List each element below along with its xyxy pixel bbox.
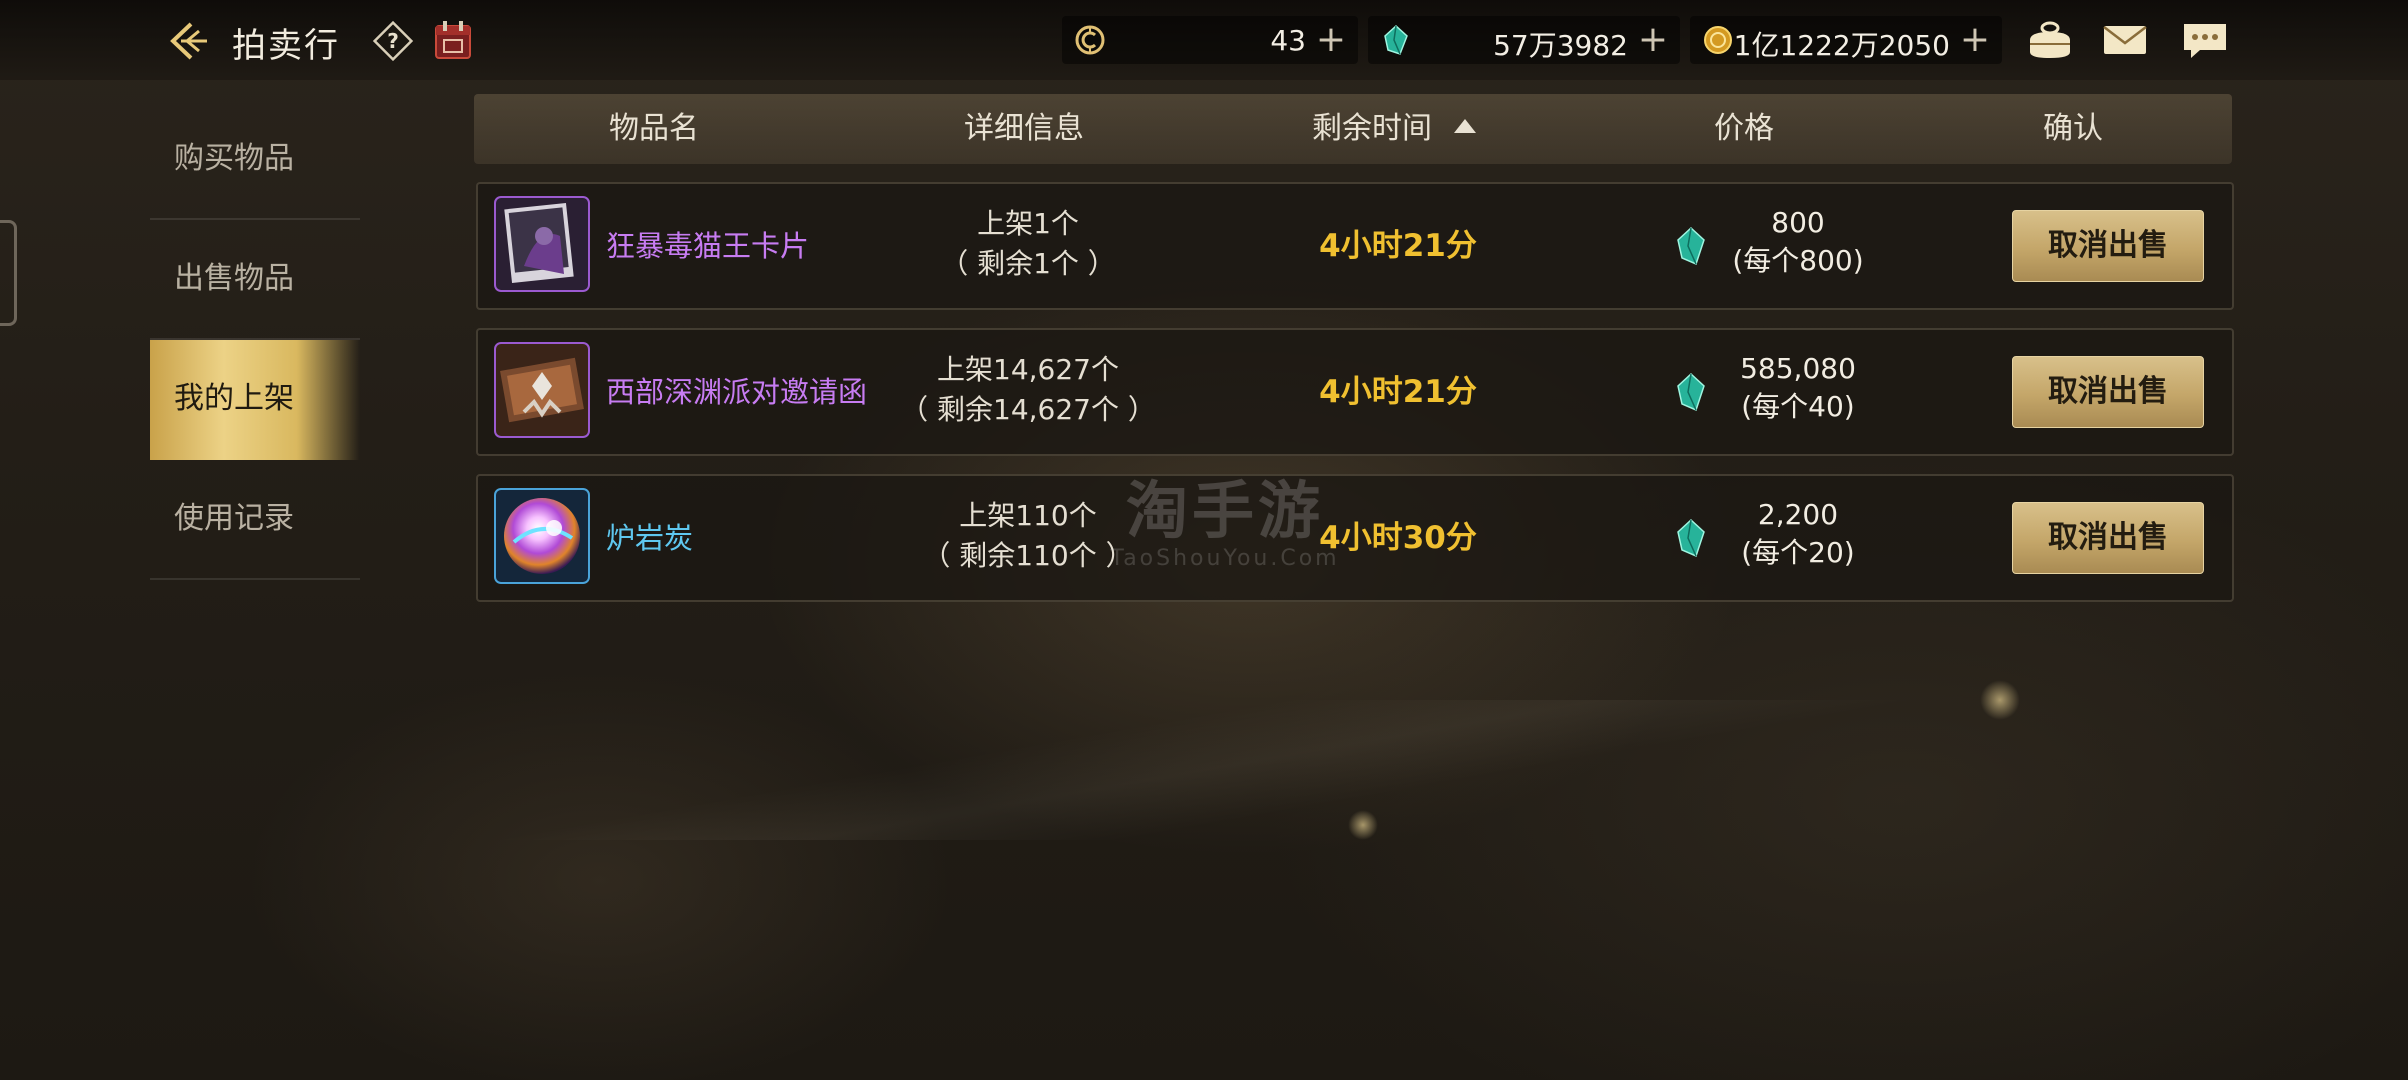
- listed-quantity: 上架110个: [959, 499, 1097, 532]
- price: 2,200 (每个20): [1708, 496, 1888, 572]
- ticket-currency: 43 +: [1062, 16, 1358, 64]
- remaining-time: 4小时21分: [1319, 228, 1477, 264]
- sidebar-item-sell[interactable]: 出售物品: [150, 220, 360, 340]
- price-total: 800: [1771, 206, 1825, 239]
- cancel-sale-button[interactable]: 取消出售: [2012, 356, 2204, 428]
- gem-amount: 57万3982: [1493, 29, 1628, 62]
- column-header-time-label: 剩余时间: [1312, 111, 1432, 146]
- price-each: (每个800): [1732, 244, 1864, 277]
- calendar-icon[interactable]: [432, 18, 474, 62]
- gold-coin-icon: [1704, 26, 1732, 54]
- gem-icon: [1384, 24, 1408, 55]
- price-each: (每个40): [1741, 390, 1855, 423]
- column-header-confirm: 确认: [2043, 111, 2103, 146]
- listing-detail: 上架14,627个 （ 剩余14,627个 ）: [838, 350, 1218, 430]
- gold-amount: 1亿1222万2050: [1733, 29, 1950, 62]
- price-total: 2,200: [1757, 498, 1839, 531]
- listed-quantity: 上架1个: [977, 207, 1079, 240]
- column-header-price: 价格: [1714, 111, 1774, 146]
- gem-icon: [1677, 518, 1705, 558]
- price: 585,080 (每个40): [1708, 350, 1888, 426]
- remaining-time: 4小时30分: [1319, 520, 1477, 556]
- remaining-time: 4小时21分: [1319, 374, 1477, 410]
- sidebar-item-history[interactable]: 使用记录: [150, 460, 360, 580]
- party-invitation-icon[interactable]: [494, 342, 590, 438]
- page-title: 拍卖行: [232, 26, 340, 66]
- sidebar-item-buy[interactable]: 购买物品: [150, 100, 360, 220]
- gem-icon: [1677, 372, 1705, 412]
- gold-currency: 1亿1222万2050 +: [1690, 16, 2002, 64]
- cancel-sale-button[interactable]: 取消出售: [2012, 210, 2204, 282]
- mail-icon[interactable]: [2100, 18, 2150, 62]
- column-header-time[interactable]: 剩余时间: [1214, 94, 1574, 164]
- remaining-quantity: （ 剩余110个 ）: [922, 539, 1134, 572]
- table-row: 狂暴毒猫王卡片 上架1个 （ 剩余1个 ） 4小时21分 800 (每个800)…: [476, 182, 2234, 310]
- table-header: 物品名 详细信息 剩余时间 价格 确认: [474, 94, 2232, 164]
- background-decoration: [0, 700, 2408, 840]
- background-sparkle: [1980, 680, 2020, 720]
- sidebar: 购买物品 出售物品 我的上架 使用记录: [150, 100, 360, 580]
- furnace-charcoal-icon[interactable]: [494, 488, 590, 584]
- price-total: 585,080: [1740, 352, 1856, 385]
- ticket-coin-icon: [1075, 25, 1105, 55]
- item-name: 西部深渊派对邀请函: [606, 375, 868, 409]
- remaining-quantity: （ 剩余14,627个 ）: [900, 393, 1156, 426]
- top-bar: 拍卖行 ? 43 + 57万3982 + 1亿1222万2050 +: [0, 0, 2408, 80]
- price-each: (每个20): [1741, 536, 1855, 569]
- gem-icon: [1677, 226, 1705, 266]
- gem-currency: 57万3982 +: [1368, 16, 1680, 64]
- side-panel-handle[interactable]: [0, 220, 17, 326]
- add-ticket-button[interactable]: +: [1316, 20, 1346, 60]
- add-gem-button[interactable]: +: [1638, 20, 1668, 60]
- item-name: 狂暴毒猫王卡片: [606, 229, 810, 263]
- table-row: 西部深渊派对邀请函 上架14,627个 （ 剩余14,627个 ） 4小时21分…: [476, 328, 2234, 456]
- add-gold-button[interactable]: +: [1960, 20, 1990, 60]
- help-icon[interactable]: ?: [372, 20, 414, 62]
- item-name: 炉岩炭: [606, 521, 694, 555]
- background-sparkle: [1348, 810, 1378, 840]
- cancel-sale-button[interactable]: 取消出售: [2012, 502, 2204, 574]
- listing-detail: 上架110个 （ 剩余110个 ）: [838, 496, 1218, 576]
- svg-text:?: ?: [387, 29, 399, 53]
- sidebar-item-my-listings[interactable]: 我的上架: [150, 340, 360, 460]
- remaining-quantity: （ 剩余1个 ）: [940, 247, 1116, 280]
- column-header-detail: 详细信息: [964, 111, 1084, 146]
- listed-quantity: 上架14,627个: [937, 353, 1119, 386]
- back-arrow-icon[interactable]: [165, 18, 211, 64]
- sort-ascending-icon: [1454, 118, 1476, 133]
- cat-king-card-icon[interactable]: [494, 196, 590, 292]
- table-row: 炉岩炭 上架110个 （ 剩余110个 ） 4小时30分 2,200 (每个20…: [476, 474, 2234, 602]
- ticket-amount: 43: [1270, 24, 1306, 57]
- bag-icon[interactable]: [2025, 18, 2075, 62]
- price: 800 (每个800): [1708, 204, 1888, 280]
- column-header-name: 物品名: [609, 111, 699, 146]
- listing-detail: 上架1个 （ 剩余1个 ）: [838, 204, 1218, 284]
- chat-icon[interactable]: [2180, 18, 2230, 62]
